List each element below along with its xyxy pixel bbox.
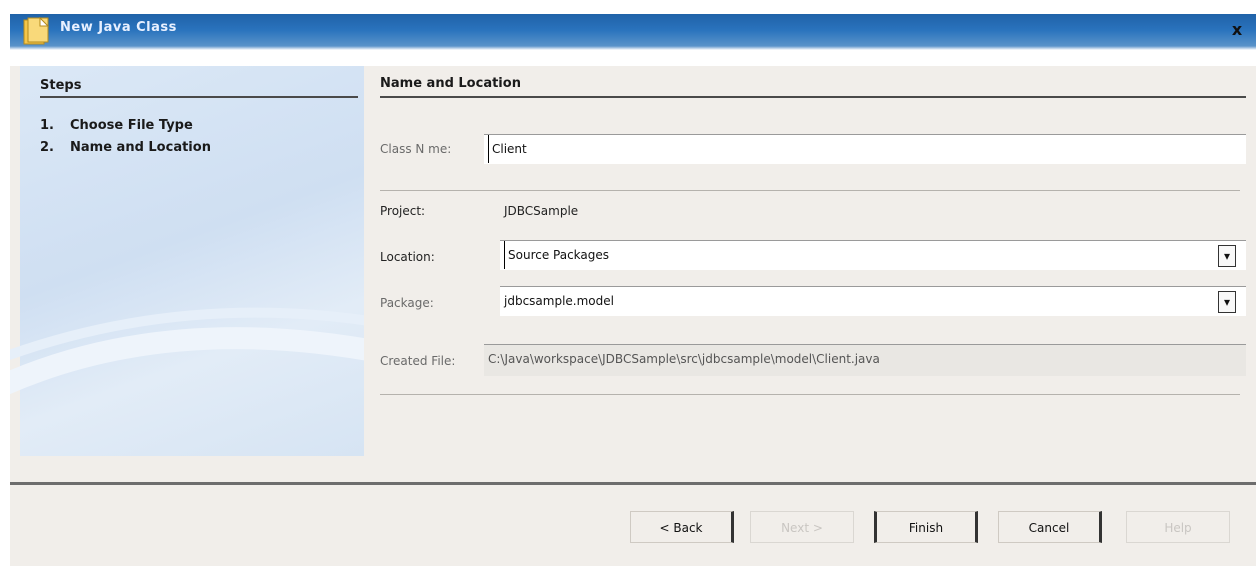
finish-button[interactable]: Finish xyxy=(874,511,978,543)
new-file-icon xyxy=(23,16,50,45)
step-1: 1. Choose File Type xyxy=(40,118,193,133)
name-and-location-panel: Name and Location Class N me: Client Pro… xyxy=(364,66,1256,456)
package-dropdown-button[interactable]: ▾ xyxy=(1218,291,1236,313)
step-1-number: 1. xyxy=(40,118,54,133)
help-button[interactable]: Help xyxy=(1126,511,1230,543)
button-bar: < Back Next > Finish Cancel Help xyxy=(10,485,1256,566)
step-2-number: 2. xyxy=(40,140,54,155)
project-value: JDBCSample xyxy=(504,204,579,218)
new-java-class-dialog: New Java Class x Steps 1. Choose File Typ… xyxy=(10,0,1256,566)
class-name-input[interactable]: Client xyxy=(484,134,1246,164)
location-label: Location: xyxy=(380,250,435,264)
steps-heading: Steps xyxy=(40,78,82,93)
created-file-field: C:\Java\workspace\JDBCSample\src\jdbcsam… xyxy=(484,344,1246,376)
separator xyxy=(380,190,1240,191)
next-button[interactable]: Next > xyxy=(750,511,854,543)
steps-divider xyxy=(40,96,358,98)
back-button[interactable]: < Back xyxy=(630,511,734,543)
location-select[interactable]: Source Packages ▾ xyxy=(500,240,1246,270)
package-value: jdbcsample.model xyxy=(504,294,614,308)
package-label: Package: xyxy=(380,296,434,310)
section-title: Name and Location xyxy=(380,76,521,91)
location-value: Source Packages xyxy=(504,241,609,269)
decorative-swoosh xyxy=(10,307,400,395)
cancel-button[interactable]: Cancel xyxy=(998,511,1102,543)
section-divider xyxy=(380,96,1246,98)
title-bar[interactable]: New Java Class x xyxy=(10,0,1256,66)
step-1-label: Choose File Type xyxy=(70,118,193,133)
class-name-value: Client xyxy=(488,135,527,163)
separator xyxy=(380,394,1240,395)
class-name-label: Class N me: xyxy=(380,142,452,156)
step-2: 2. Name and Location xyxy=(40,140,211,155)
location-dropdown-button[interactable]: ▾ xyxy=(1218,245,1236,267)
created-file-label: Created File: xyxy=(380,354,456,368)
steps-panel: Steps 1. Choose File Type 2. Name and Loca… xyxy=(10,66,400,456)
step-2-label: Name and Location xyxy=(70,140,211,155)
created-file-value: C:\Java\workspace\JDBCSample\src\jdbcsam… xyxy=(488,352,880,366)
close-button[interactable]: x xyxy=(1226,20,1248,40)
window-title: New Java Class xyxy=(60,20,177,35)
project-label: Project: xyxy=(380,204,426,218)
package-select[interactable]: jdbcsample.model ▾ xyxy=(500,286,1246,316)
